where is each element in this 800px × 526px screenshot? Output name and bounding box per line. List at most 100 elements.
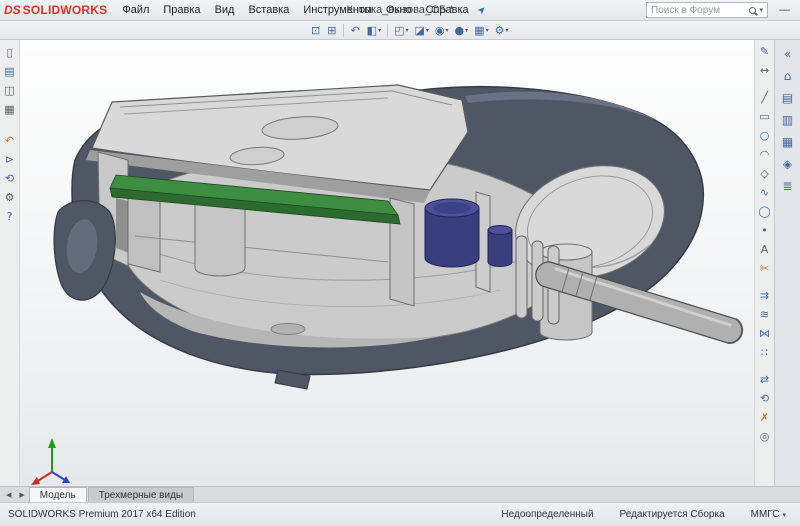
model-small-component-top[interactable] (488, 226, 512, 235)
save-document-button[interactable]: ◫ (1, 81, 19, 100)
toolbar-separator (343, 24, 344, 37)
design-library-button[interactable]: ▤ (777, 87, 799, 109)
file-explorer-button[interactable]: ▥ (777, 109, 799, 131)
circle-button[interactable]: ○ (756, 126, 774, 145)
units-selector[interactable]: ММГС ▾ (751, 509, 786, 520)
sketch-button[interactable]: ✎ (756, 42, 774, 61)
resources-home-button[interactable]: ⌂ (777, 65, 799, 87)
task-pane-bar: « ⌂ ▤ ▥ ▦ ◈ ≣ (774, 40, 800, 486)
undo-button[interactable]: ↶ (1, 131, 19, 150)
quick-snaps-button[interactable]: ◎ (756, 427, 774, 446)
tab-scroll-left-button[interactable]: ◀ (2, 491, 15, 502)
previous-view-button[interactable]: ↶ (347, 22, 363, 39)
apply-scene-button[interactable]: ▦▾ (471, 22, 491, 39)
toolbar-separator (387, 24, 388, 37)
custom-properties-button[interactable]: ≣ (777, 175, 799, 197)
dropdown-chevron-icon: ▾ (446, 27, 449, 34)
menu-insert[interactable]: Вставка (241, 2, 296, 18)
hide-show-items-icon: ◉ (435, 25, 445, 36)
dropdown-chevron-icon: ▾ (378, 27, 381, 34)
zoom-area-icon: ⊞ (327, 25, 336, 36)
ellipse-button[interactable]: ◯ (756, 202, 774, 221)
new-document-button[interactable]: ▯ (1, 43, 19, 62)
search-input[interactable]: Поиск в Форум ▾ (646, 2, 768, 18)
zoom-area-button[interactable]: ⊞ (324, 22, 340, 39)
rotate-entities-button[interactable]: ⟲ (756, 389, 774, 408)
options-button[interactable]: ⚙ (1, 188, 19, 207)
model-scene (20, 40, 754, 486)
trim-entities-button[interactable]: ✂ (756, 259, 774, 278)
logo-text: SOLIDWORKS (23, 3, 108, 17)
units-label: ММГС (751, 509, 780, 520)
minimize-button[interactable]: — (773, 4, 796, 16)
edit-mode-status: Редактируется Сборка (620, 509, 725, 520)
appearances-button[interactable]: ◈ (777, 153, 799, 175)
convert-entities-button[interactable]: ⇉ (756, 286, 774, 305)
logo-ds: DS (4, 3, 21, 17)
erase-button[interactable]: ✗ (756, 408, 774, 427)
previous-view-icon: ↶ (350, 25, 359, 36)
mirror-entities-button[interactable]: ⋈ (756, 324, 774, 343)
select-button[interactable]: ⊳ (1, 150, 19, 169)
open-document-button[interactable]: ▤ (1, 62, 19, 81)
tab-bar: ◀ ▶ Модель Трехмерные виды (0, 486, 800, 502)
centerpoint-arc-button[interactable]: ◠ (756, 145, 774, 164)
help-button[interactable]: ? (1, 207, 19, 226)
orientation-triad (31, 438, 70, 485)
search-icon[interactable] (749, 7, 756, 14)
edit-appearance-button[interactable]: ●▾ (452, 22, 472, 39)
right-toolbar: ✎ ↔ ╱ ▭ ○ ◠ ◇ ∿ ◯ • A ✂ ⇉ ≋ ⋈ ∷ ⇄ ⟲ ✗ ◎ (754, 40, 774, 486)
spline-button[interactable]: ∿ (756, 183, 774, 202)
dropdown-chevron-icon: ▾ (426, 27, 429, 34)
zoom-fit-button[interactable]: ⊡ (308, 22, 324, 39)
edition-label: SOLIDWORKS Premium 2017 x64 Edition (8, 509, 196, 520)
tab-model[interactable]: Модель (29, 487, 87, 502)
model-small-component-body[interactable] (488, 230, 512, 267)
corner-rectangle-button[interactable]: ▭ (756, 107, 774, 126)
model[interactable] (54, 85, 742, 389)
view-orientation-button[interactable]: ◰▾ (391, 22, 411, 39)
text-button[interactable]: A (756, 240, 774, 259)
model-fin (516, 236, 527, 318)
smart-dimension-button[interactable]: ↔ (756, 61, 774, 80)
display-style-icon: ◪ (415, 25, 425, 36)
constraint-status: Недоопределенный (501, 509, 593, 520)
menu-file[interactable]: Файл (115, 2, 156, 18)
status-bar: SOLIDWORKS Premium 2017 x64 Edition Недо… (0, 502, 800, 526)
tab-3d-views[interactable]: Трехмерные виды (88, 487, 194, 502)
dropdown-chevron-icon: ▾ (505, 27, 508, 34)
tab-scroll-right-button[interactable]: ▶ (15, 491, 28, 502)
view-settings-button[interactable]: ⚙▾ (492, 22, 512, 39)
section-view-button[interactable]: ◧▾ (364, 22, 384, 39)
menu-edit[interactable]: Правка (156, 2, 207, 18)
graphics-area[interactable] (20, 40, 754, 486)
task-pane-collapse-button[interactable]: « (777, 43, 799, 65)
display-style-button[interactable]: ◪▾ (412, 22, 432, 39)
model-left-wall-step (128, 190, 160, 272)
menu-view[interactable]: Вид (208, 2, 242, 18)
model-boss-cylinder (195, 198, 245, 276)
title-bar: DS SOLIDWORKS Файл Правка Вид Вставка Ин… (0, 0, 800, 21)
model-floor-hole (271, 324, 305, 335)
triad-y-arrowhead (48, 438, 56, 448)
search-scope-chevron-icon[interactable]: ▾ (759, 6, 763, 14)
line-button[interactable]: ╱ (756, 88, 774, 107)
heads-up-toolbar: ⊡ ⊞ ↶ ◧▾ ◰▾ ◪▾ ◉▾ ●▾ ▦▾ ⚙▾ (0, 21, 800, 40)
move-entities-button[interactable]: ⇄ (756, 370, 774, 389)
search-area: Поиск в Форум ▾ — (646, 2, 796, 18)
print-document-button[interactable]: ▦ (1, 100, 19, 119)
triad-z-axis (52, 472, 65, 480)
status-right-cluster: Недоопределенный Редактируется Сборка ММ… (501, 509, 786, 520)
left-toolbar: ▯ ▤ ◫ ▦ ↶ ⊳ ⟲ ⚙ ? (0, 40, 20, 486)
hide-show-items-button[interactable]: ◉▾ (432, 22, 452, 39)
polygon-button[interactable]: ◇ (756, 164, 774, 183)
pin-menu-icon[interactable]: ➤ (475, 3, 489, 17)
units-chevron-icon: ▾ (782, 511, 786, 519)
linear-sketch-pattern-button[interactable]: ∷ (756, 343, 774, 362)
rebuild-button[interactable]: ⟲ (1, 169, 19, 188)
view-palette-button[interactable]: ▦ (777, 131, 799, 153)
offset-entities-button[interactable]: ≋ (756, 305, 774, 324)
dropdown-chevron-icon: ▾ (486, 27, 489, 34)
point-button[interactable]: • (756, 221, 774, 240)
view-orientation-icon: ◰ (394, 25, 404, 36)
